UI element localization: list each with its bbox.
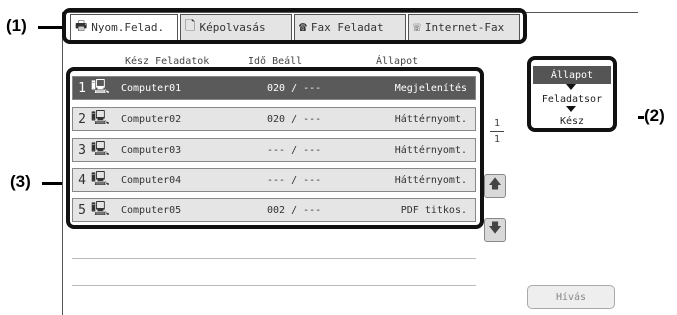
page-total: 1 xyxy=(494,134,501,145)
empty-row-divider xyxy=(72,285,476,286)
header-jobs: Kész Feladatok xyxy=(125,56,210,67)
empty-row-divider xyxy=(72,258,476,259)
status-done-button[interactable]: Kész xyxy=(533,112,611,130)
callout-1: (1) xyxy=(6,16,27,35)
arrow-down-icon: 🡇 xyxy=(488,221,502,236)
rows-highlight-frame xyxy=(66,67,484,229)
page-current: 1 xyxy=(494,118,501,129)
page-divider xyxy=(490,131,504,132)
status-title: Állapot xyxy=(533,66,611,84)
callout-2: (2) xyxy=(644,106,665,125)
scroll-up-button[interactable]: 🡅 xyxy=(484,174,506,198)
arrow-up-icon: 🡅 xyxy=(488,177,502,192)
header-status: Állapot xyxy=(376,56,419,67)
callout-1-line xyxy=(38,26,64,29)
call-button[interactable]: Hívás xyxy=(527,285,615,309)
scroll-down-button[interactable]: 🡇 xyxy=(484,218,506,242)
callout-3: (3) xyxy=(10,172,31,191)
tabs-highlight-frame xyxy=(62,8,527,44)
header-time: Idő Beáll xyxy=(248,56,303,67)
